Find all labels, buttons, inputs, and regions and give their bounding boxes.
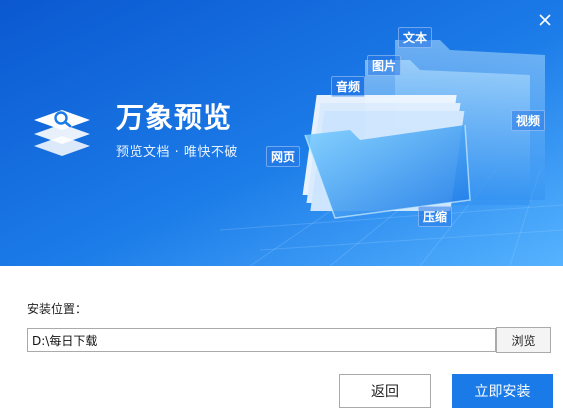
tag-text: 文本 [398, 27, 433, 48]
tag-archive: 压缩 [418, 206, 453, 227]
back-button[interactable]: 返回 [339, 374, 431, 408]
install-now-button[interactable]: 立即安装 [452, 374, 553, 408]
tag-audio: 音频 [331, 76, 366, 97]
tag-web: 网页 [266, 146, 301, 167]
app-tagline: 预览文档 · 唯快不破 [116, 145, 238, 160]
header-banner: 万象预览 预览文档 · 唯快不破 文本 图片 音频 视频 网页 压缩 [0, 0, 563, 266]
tag-video: 视频 [511, 110, 546, 131]
browse-button[interactable]: 浏览 [496, 327, 551, 353]
tag-image: 图片 [367, 55, 402, 76]
app-logo-icon [34, 110, 90, 156]
close-icon[interactable] [535, 10, 555, 30]
install-location-label: 安装位置： [27, 302, 88, 316]
app-title: 万象预览 [116, 101, 233, 134]
install-path-input[interactable] [27, 328, 496, 352]
